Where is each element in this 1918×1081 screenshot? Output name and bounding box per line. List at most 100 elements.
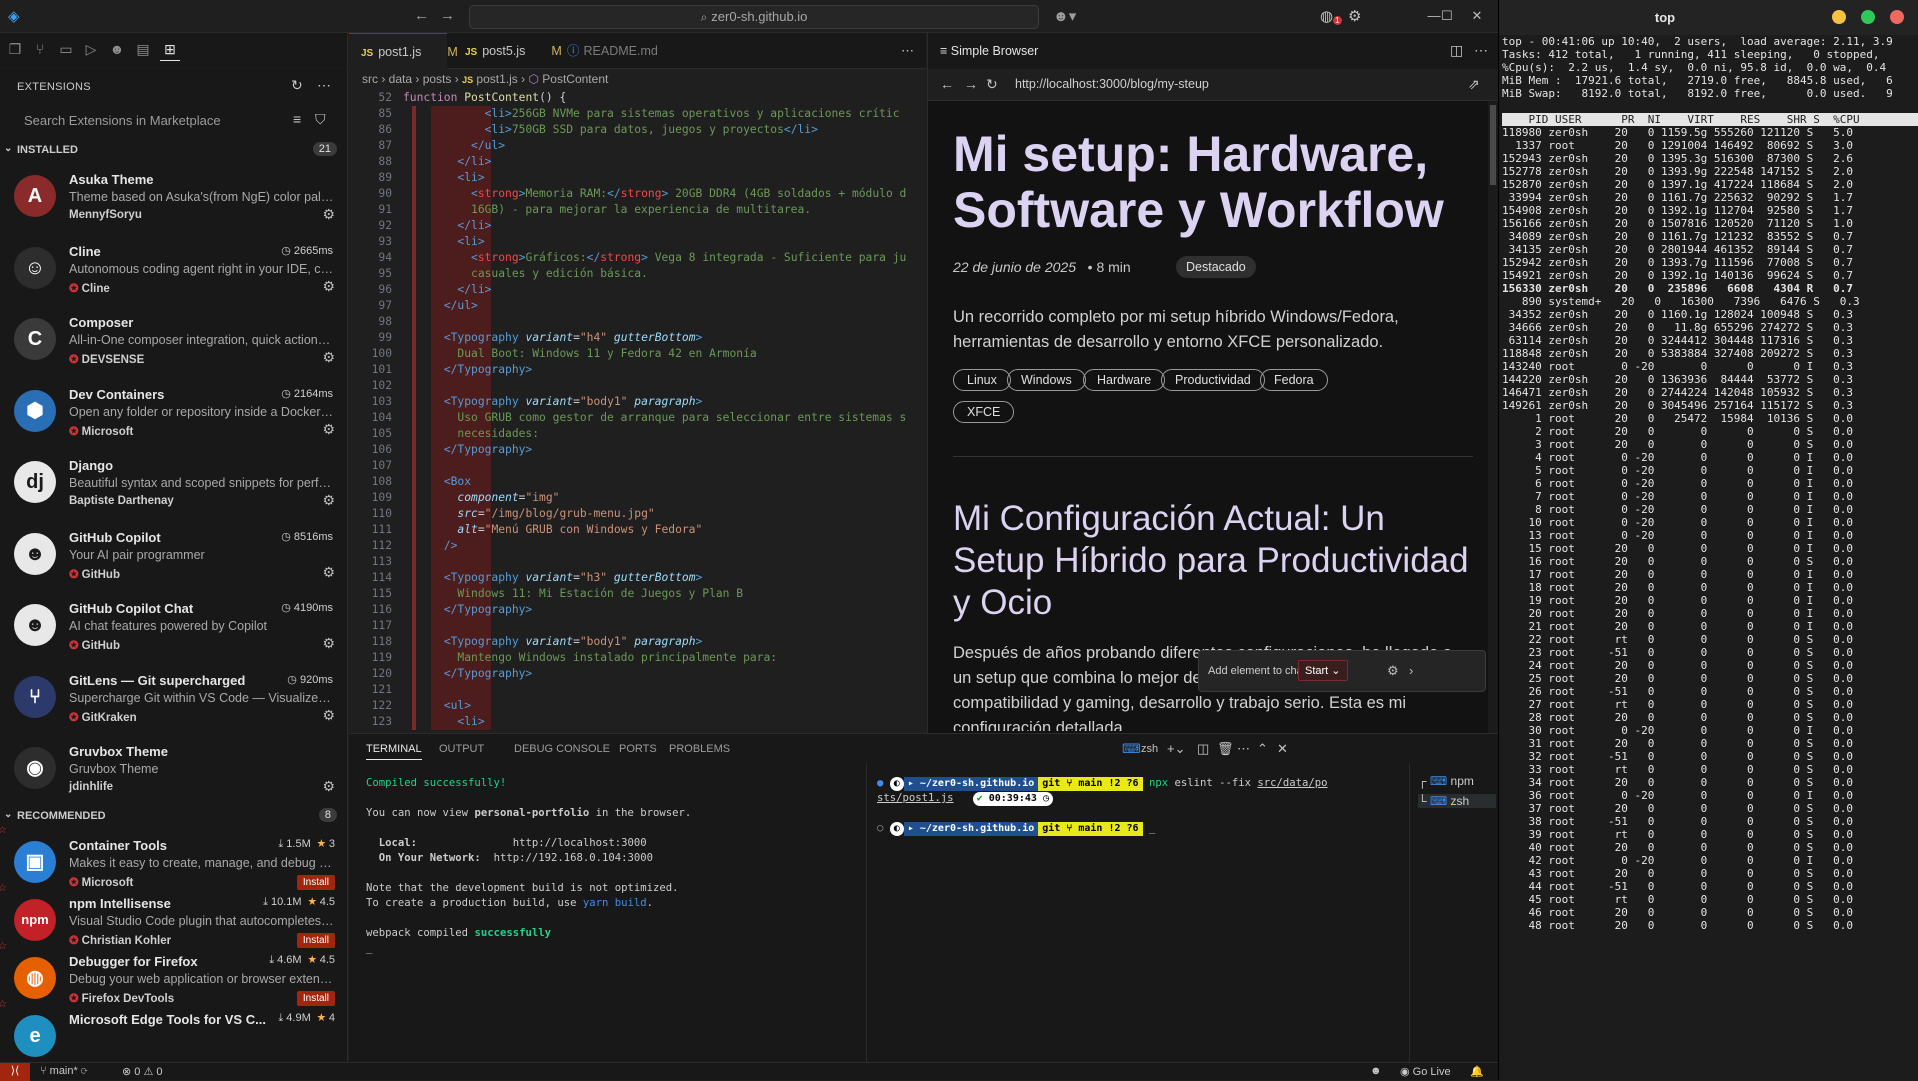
start-button[interactable]: Start ⌄: [1298, 660, 1348, 681]
code-line[interactable]: 112 />: [349, 538, 926, 554]
code-line[interactable]: 86 <li>750GB SSD para datos, juegos y pr…: [349, 122, 926, 138]
remote-explorer-icon[interactable]: ▭: [56, 41, 76, 61]
terminal-item-zsh[interactable]: └ ⌨ zsh: [1418, 794, 1496, 808]
code-line[interactable]: 117: [349, 618, 926, 634]
browser-scrollbar[interactable]: [1488, 101, 1498, 733]
source-control-icon[interactable]: ⑂: [30, 41, 50, 61]
minimize-dot[interactable]: [1832, 10, 1846, 24]
code-line[interactable]: 94 <strong>Gráficos:</strong> Vega 8 int…: [349, 250, 926, 266]
code-line[interactable]: 99 <Typography variant="h4" gutterBottom…: [349, 330, 926, 346]
code-line[interactable]: 91 16GB) - para mejorar la experiencia d…: [349, 202, 926, 218]
tag-chip[interactable]: Hardware: [1083, 369, 1166, 391]
code-line[interactable]: 111 alt="Menú GRUB con Windows y Fedora": [349, 522, 926, 538]
maximize-dot[interactable]: [1861, 10, 1875, 24]
tag-chip[interactable]: Windows: [1007, 369, 1086, 391]
manage-gear-icon[interactable]: ⚙: [322, 564, 335, 581]
code-line[interactable]: 110 src="/img/blog/grub-menu.jpg": [349, 506, 926, 522]
split-terminal-icon[interactable]: ◫: [1197, 741, 1209, 757]
code-line[interactable]: 96 </li>: [349, 282, 926, 298]
more-icon[interactable]: ⋯: [1237, 741, 1250, 757]
tab-terminal[interactable]: TERMINAL: [366, 743, 422, 760]
installed-extension-item[interactable]: ⬢ Dev Containers Open any folder or reposi…: [0, 376, 347, 448]
code-line[interactable]: 104 Uso GRUB como gestor de arranque par…: [349, 410, 926, 426]
close-panel-icon[interactable]: ✕: [1277, 741, 1288, 757]
problems-indicator[interactable]: ⊗ 0 ⚠ 0: [122, 1065, 162, 1078]
code-area[interactable]: 52 function PostContent() {85 <li>256GB N…: [349, 90, 926, 733]
manage-gear-icon[interactable]: ⚙: [322, 707, 335, 724]
url-input[interactable]: http://localhost:3000/blog/my-steup: [1015, 77, 1209, 91]
installed-extension-item[interactable]: ☻ GitHub Copilot Chat AI chat features pow…: [0, 590, 347, 662]
tab-ports[interactable]: PORTS: [619, 743, 657, 755]
terminal-output-2[interactable]: ● ◐ ▸ ~/zer0-sh.github.io git ⑂ main !2 ?6…: [877, 776, 1412, 836]
more-tabs-icon[interactable]: ⋯: [901, 43, 914, 59]
more-icon[interactable]: ⋯: [1474, 42, 1488, 59]
code-line[interactable]: 120 </Typography>: [349, 666, 926, 682]
forward-icon[interactable]: →: [964, 76, 978, 92]
chat-icon[interactable]: ▤: [133, 41, 153, 61]
installed-section-header[interactable]: ⌄ INSTALLED 21: [0, 139, 347, 161]
code-line[interactable]: 95 casuales y edición básica.: [349, 266, 926, 282]
terminal-divider[interactable]: [866, 764, 867, 1063]
tab-output[interactable]: OUTPUT: [439, 743, 484, 755]
tag-chip[interactable]: XFCE: [953, 401, 1015, 423]
back-icon[interactable]: ←: [940, 76, 954, 92]
code-line[interactable]: 115 Windows 11: Mi Estación de Juegos y …: [349, 586, 926, 602]
tab-problems[interactable]: PROBLEMS: [669, 743, 730, 755]
manage-gear-icon[interactable]: ⚙: [322, 278, 335, 295]
code-line[interactable]: 119 Mantengo Windows instalado principal…: [349, 650, 926, 666]
extensions-search[interactable]: Search Extensions in Marketplace ≡ ⛉: [10, 103, 337, 139]
back-arrow-icon[interactable]: ←: [414, 7, 429, 24]
forward-arrow-icon[interactable]: →: [440, 7, 455, 24]
code-line[interactable]: 102: [349, 378, 926, 394]
new-terminal-icon[interactable]: +⌄: [1167, 741, 1185, 757]
code-line[interactable]: 113: [349, 554, 926, 570]
filter-icon[interactable]: ⛉: [315, 111, 326, 128]
manage-gear-icon[interactable]: ⚙: [322, 778, 335, 795]
run-debug-icon[interactable]: ▷: [81, 41, 101, 61]
code-line[interactable]: 116 </Typography>: [349, 602, 926, 618]
shell-label[interactable]: zsh: [1141, 743, 1158, 755]
code-line[interactable]: 118 <Typography variant="body1" paragrap…: [349, 634, 926, 650]
code-line[interactable]: 92 </li>: [349, 218, 926, 234]
installed-extension-item[interactable]: ◉ Gruvbox Theme Gruvbox Theme jdinhlife ⚙: [0, 733, 347, 805]
search-extensions-input[interactable]: Search Extensions in Marketplace: [24, 113, 221, 128]
local-url[interactable]: http://localhost:3000: [513, 837, 647, 849]
tag-chip[interactable]: Linux: [953, 369, 1011, 391]
terminal-output-1[interactable]: Compiled successfully! You can now view …: [366, 776, 866, 956]
installed-extension-item[interactable]: ☺ Cline Autonomous coding agent right in y…: [0, 233, 347, 305]
breadcrumb-item[interactable]: post1.js: [476, 72, 517, 86]
chevron-right-icon[interactable]: ›: [1409, 663, 1413, 678]
open-external-icon[interactable]: ⇗: [1468, 76, 1480, 93]
installed-extension-item[interactable]: ☻ GitHub Copilot Your AI pair programmer ✪ G…: [0, 519, 347, 591]
browser-tab[interactable]: ≡ Simple Browser: [940, 44, 1038, 58]
tab-debug-console[interactable]: DEBUG CONSOLE: [514, 743, 610, 755]
reload-icon[interactable]: ↻: [986, 76, 998, 93]
code-line[interactable]: 85 <li>256GB NVMe para sistemas operativ…: [349, 106, 926, 122]
top-output[interactable]: top - 00:41:06 up 10:40, 2 users, load a…: [1502, 35, 1918, 1080]
code-line[interactable]: 107: [349, 458, 926, 474]
installed-extension-item[interactable]: C Composer All-in-One composer integration…: [0, 304, 347, 376]
close-button[interactable]: ✕: [1465, 5, 1489, 27]
breadcrumb-item[interactable]: posts: [423, 72, 452, 86]
code-line[interactable]: 93 <li>: [349, 234, 926, 250]
code-line[interactable]: 105 necesidades:: [349, 426, 926, 442]
tag-chip[interactable]: Fedora: [1260, 369, 1328, 391]
refresh-icon[interactable]: ↻: [291, 77, 303, 94]
code-line[interactable]: 114 <Typography variant="h3" gutterBotto…: [349, 570, 926, 586]
tab-readme[interactable]: ⓘ README.md: [555, 33, 665, 69]
manage-gear-icon[interactable]: ⚙: [322, 421, 335, 438]
code-line[interactable]: 52 function PostContent() {: [349, 90, 926, 106]
maximize-panel-icon[interactable]: ⌃: [1257, 741, 1268, 757]
network-url[interactable]: http://192.168.0.104:3000: [494, 852, 653, 864]
manage-gear-icon[interactable]: ⚙: [322, 492, 335, 509]
tab-post1[interactable]: JS post1.js M: [349, 33, 458, 69]
split-editor-icon[interactable]: ◫: [1450, 42, 1463, 59]
manage-gear-icon[interactable]: ⚙: [1348, 7, 1361, 25]
breadcrumb-item[interactable]: PostContent: [542, 72, 608, 86]
breadcrumb-item[interactable]: data: [389, 72, 412, 86]
clear-filter-icon[interactable]: ≡: [293, 111, 301, 127]
extensions-icon[interactable]: ⊞: [160, 41, 180, 61]
branch-indicator[interactable]: ⑂ main* ⟳: [40, 1065, 87, 1077]
trash-icon[interactable]: 🗑: [1217, 741, 1234, 757]
code-line[interactable]: 121: [349, 682, 926, 698]
